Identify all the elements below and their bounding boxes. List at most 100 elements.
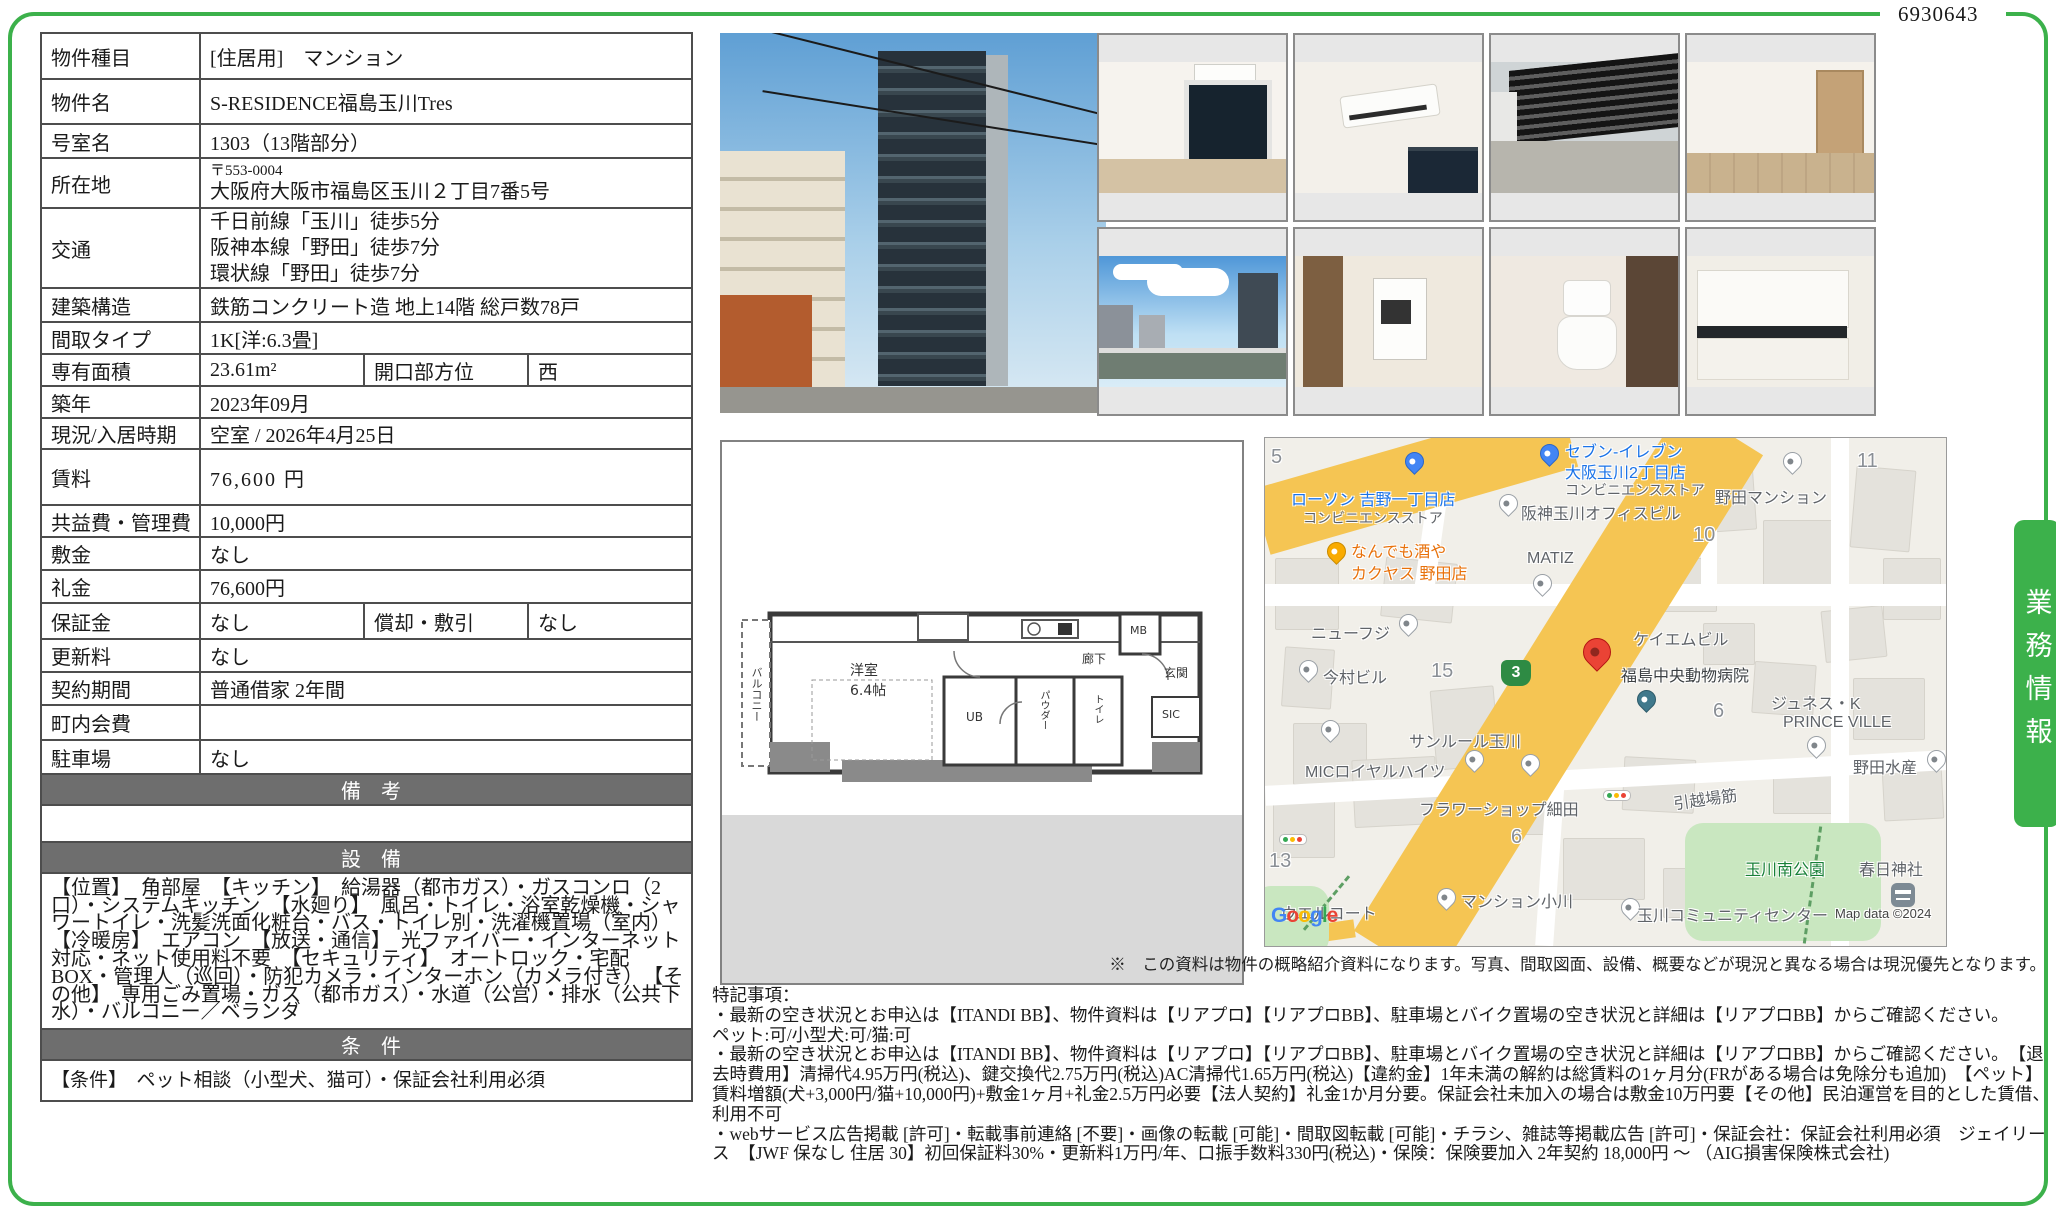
table-row: 敷金 なし <box>41 537 692 570</box>
row-value: [住居用] マンション <box>200 33 692 79</box>
conditions-header: 条 件 <box>41 1029 692 1060</box>
row-value: 空室 / 2026年4月25日 <box>200 418 692 449</box>
animal-hospital-pin <box>1633 686 1660 713</box>
remarks-header: 備 考 <box>41 774 692 805</box>
row-value: 普通借家 2年間 <box>200 672 692 705</box>
fp-room-label: 洋室6.4帖 <box>850 660 886 700</box>
table-row: 町内会費 <box>41 705 692 740</box>
table-row: 号室名 1303（13階部分） <box>41 124 692 158</box>
fp-mb-label: MB <box>1130 624 1147 637</box>
fp-ub-label: UB <box>966 710 983 724</box>
remarks-text <box>41 805 692 842</box>
doc-number: 6930643 <box>1898 2 1979 27</box>
row-value: 76,600円 <box>200 570 692 603</box>
map-label: 5 <box>1271 446 1282 469</box>
photo-building-exterior <box>720 33 1106 413</box>
row-label: 契約期間 <box>41 672 200 705</box>
notes-paragraph: ペット:可/小型犬:可/猫:可 <box>712 1026 2052 1046</box>
map-label: コンビニエンスストア <box>1303 508 1443 528</box>
photo-toilet <box>1489 227 1680 416</box>
row-value: 1K[洋:6.3畳] <box>200 322 692 354</box>
transport-line: 阪神本線「野田」徒歩7分 <box>210 235 691 261</box>
map-label: 10 <box>1693 524 1715 547</box>
row-label: 築年 <box>41 386 200 418</box>
notes-paragraph: ・最新の空き状況とお申込は【ITANDI BB】、物件資料は【リアプロ】【リアプ… <box>712 1006 2052 1026</box>
row-value: なし <box>200 740 692 774</box>
table-row: 更新料 なし <box>41 639 692 672</box>
table-row: 物件種目 [住居用] マンション <box>41 33 692 79</box>
postal-code: 〒553-0004 <box>210 163 691 180</box>
rent-amount: 76,600 円 <box>200 449 692 505</box>
photo-air-conditioner <box>1293 33 1484 222</box>
map-label: フラワーショップ細田 <box>1419 796 1579 820</box>
notes-title: 特記事項： <box>712 986 2052 1006</box>
special-notes: 特記事項： ・最新の空き状況とお申込は【ITANDI BB】、物件資料は【リアプ… <box>712 986 2052 1164</box>
table-row: 保証金 なし 償却・敷引 なし <box>41 603 692 639</box>
transport-line: 千日前線「玉川」徒歩5分 <box>210 209 691 235</box>
map-label: 6 <box>1713 700 1724 723</box>
table-row: 間取タイプ 1K[洋:6.3畳] <box>41 322 692 354</box>
row-label: 専有面積 <box>41 354 200 386</box>
floor-plan: バルコニー 洋室6.4帖 UB パウダー トイレ 廊下 MB 玄関 SIC <box>720 440 1244 985</box>
notes-paragraph: ・最新の空き状況とお申込は【ITANDI BB】、物件資料は【リアプロ】【リアプ… <box>712 1045 2052 1124</box>
sub-value: なし <box>528 603 692 639</box>
map-label: 今村ビル <box>1323 664 1387 688</box>
row-value: なし <box>200 603 364 639</box>
map-label: ローソン 吉野一丁目店 <box>1291 486 1455 510</box>
business-info-tab-label: 業務情報 <box>2018 588 2056 760</box>
equipment-text: 【位置】 角部屋 【キッチン】 給湯器（都市ガス）・ガスコンロ（2口）・システム… <box>41 873 692 1029</box>
table-row: 賃料 76,600 円 <box>41 449 692 505</box>
address: 大阪府大阪市福島区玉川２丁目7番5号 <box>210 180 691 204</box>
map-label: MICロイヤルハイツ <box>1305 758 1446 782</box>
tower-building <box>878 51 986 386</box>
route-number-badge: 3 <box>1501 660 1531 686</box>
property-datasheet: 6930643 物件種目 [住居用] マンション 物件名 S-RESIDENCE… <box>0 0 2056 1206</box>
photo-living-room <box>1097 33 1288 222</box>
row-label: 物件種目 <box>41 33 200 79</box>
map-label: ニューフジ <box>1311 620 1390 644</box>
table-row: 礼金 76,600円 <box>41 570 692 603</box>
fp-entrance-label: 玄関 <box>1164 664 1188 681</box>
map-label: マンション小川 <box>1461 888 1573 912</box>
sub-value: 西 <box>528 354 692 386</box>
address-cell: 〒553-0004 大阪府大阪市福島区玉川２丁目7番5号 <box>200 158 692 208</box>
row-label: 物件名 <box>41 79 200 124</box>
google-map[interactable]: セブン-イレブン 大阪玉川2丁目店 コンビニエンスストア ローソン 吉野一丁目店… <box>1264 437 1947 947</box>
row-value: 鉄筋コンクリート造 地上14階 総戸数78戸 <box>200 288 692 322</box>
row-label: 号室名 <box>41 124 200 158</box>
business-info-tab[interactable]: 業務情報 <box>2014 520 2056 827</box>
fp-powder-label: パウダー <box>1036 690 1051 730</box>
shrine-icon <box>1891 883 1915 907</box>
map-label: 野田水産 <box>1853 754 1917 778</box>
property-spec-table: 物件種目 [住居用] マンション 物件名 S-RESIDENCE福島玉川Tres… <box>40 32 693 1102</box>
map-label: 玉川コミュニティセンター <box>1637 902 1828 926</box>
photo-room-flooring <box>1685 33 1876 222</box>
poi-pin <box>1495 490 1522 517</box>
row-value: 1303（13階部分） <box>200 124 692 158</box>
fp-balcony-label: バルコニー <box>748 667 764 722</box>
fp-sic-label: SIC <box>1162 708 1180 721</box>
photo-city-view <box>1097 227 1288 416</box>
row-label: 町内会費 <box>41 705 200 740</box>
map-label: 11 <box>1857 450 1878 473</box>
map-attribution: Map data ©2024 <box>1835 906 1931 921</box>
map-label: サンルール玉川 <box>1409 728 1521 752</box>
map-label: カクヤス 野田店 <box>1351 560 1467 584</box>
table-row: 契約期間 普通借家 2年間 <box>41 672 692 705</box>
row-label: 共益費・管理費 <box>41 505 200 537</box>
table-row: 物件名 S-RESIDENCE福島玉川Tres <box>41 79 692 124</box>
floor-area: 23.61m² <box>200 354 364 386</box>
transport-line: 環状線「野田」徒歩7分 <box>210 261 691 287</box>
equipment-header: 設 備 <box>41 842 692 873</box>
map-label: 玉川南公園 <box>1745 856 1825 880</box>
row-label: 更新料 <box>41 639 200 672</box>
map-label: MATIZ <box>1527 550 1574 568</box>
fp-hall-label: 廊下 <box>1082 650 1106 667</box>
table-row: 所在地 〒553-0004 大阪府大阪市福島区玉川２丁目7番5号 <box>41 158 692 208</box>
row-label: 間取タイプ <box>41 322 200 354</box>
map-label: コンビニエンスストア <box>1565 480 1705 500</box>
map-label: 13 <box>1269 850 1291 873</box>
row-label: 賃料 <box>41 449 200 505</box>
table-row: 交通 千日前線「玉川」徒歩5分 阪神本線「野田」徒歩7分 環状線「野田」徒歩7分 <box>41 208 692 288</box>
map-label: ケイエムビル <box>1633 626 1729 650</box>
